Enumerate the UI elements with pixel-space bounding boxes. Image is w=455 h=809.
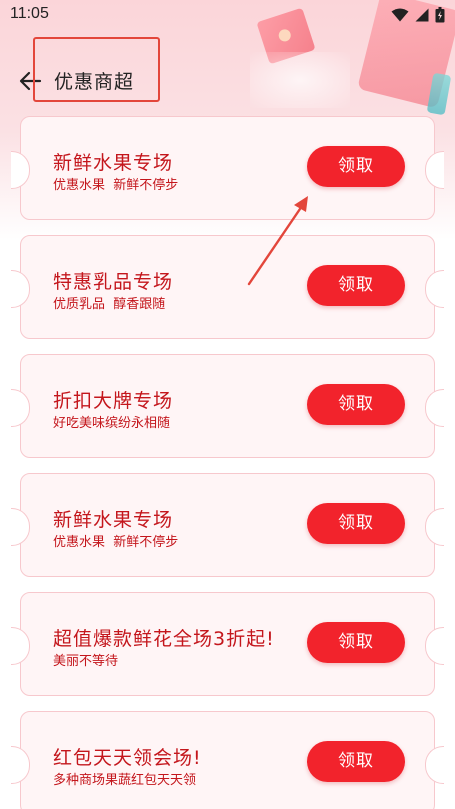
- coupon-card: 红包天天领会场! 多种商场果蔬红包天天领 领取: [11, 711, 444, 809]
- battery-icon: [435, 7, 445, 23]
- coupon-title: 新鲜水果专场: [53, 152, 174, 174]
- coupon-subtitle: 好吃美味缤纷永相随: [53, 416, 171, 431]
- coupon-title: 特惠乳品专场: [53, 271, 174, 293]
- claim-button[interactable]: 领取: [307, 741, 405, 782]
- coupon-card: 新鲜水果专场 优惠水果 新鲜不停步 领取: [11, 473, 444, 577]
- claim-button[interactable]: 领取: [307, 622, 405, 663]
- coupon-card: 超值爆款鲜花全场3折起! 美丽不等待 领取: [11, 592, 444, 696]
- coupon-title: 新鲜水果专场: [53, 509, 174, 531]
- coupon-title: 折扣大牌专场: [53, 390, 174, 412]
- coupon-card: 折扣大牌专场 好吃美味缤纷永相随 领取: [11, 354, 444, 458]
- coupon-subtitle: 优惠水果 新鲜不停步: [53, 535, 179, 550]
- coupon-subtitle: 多种商场果蔬红包天天领: [53, 773, 197, 788]
- wifi-icon: [391, 8, 409, 22]
- coupon-subtitle: 美丽不等待: [53, 654, 119, 669]
- status-time: 11:05: [10, 5, 49, 22]
- coupon-card: 新鲜水果专场 优惠水果 新鲜不停步 领取: [11, 116, 444, 220]
- coupon-list: 新鲜水果专场 优惠水果 新鲜不停步 领取 特惠乳品专场 优质乳品 醇香跟随 领取…: [11, 116, 444, 809]
- coupon-subtitle: 优惠水果 新鲜不停步: [53, 178, 179, 193]
- status-bar: 11:05: [0, 0, 455, 30]
- coupon-subtitle: 优质乳品 醇香跟随: [53, 297, 166, 312]
- coupon-card: 特惠乳品专场 优质乳品 醇香跟随 领取: [11, 235, 444, 339]
- coupon-title: 红包天天领会场!: [53, 747, 202, 769]
- claim-button[interactable]: 领取: [307, 384, 405, 425]
- claim-button[interactable]: 领取: [307, 265, 405, 306]
- annotation-arrow: [247, 196, 308, 286]
- claim-button[interactable]: 领取: [307, 503, 405, 544]
- coupon-title: 超值爆款鲜花全场3折起!: [53, 628, 275, 650]
- signal-icon: [415, 8, 429, 22]
- title-highlight-annotation: [33, 37, 160, 102]
- status-icons: [391, 7, 445, 23]
- claim-button[interactable]: 领取: [307, 146, 405, 187]
